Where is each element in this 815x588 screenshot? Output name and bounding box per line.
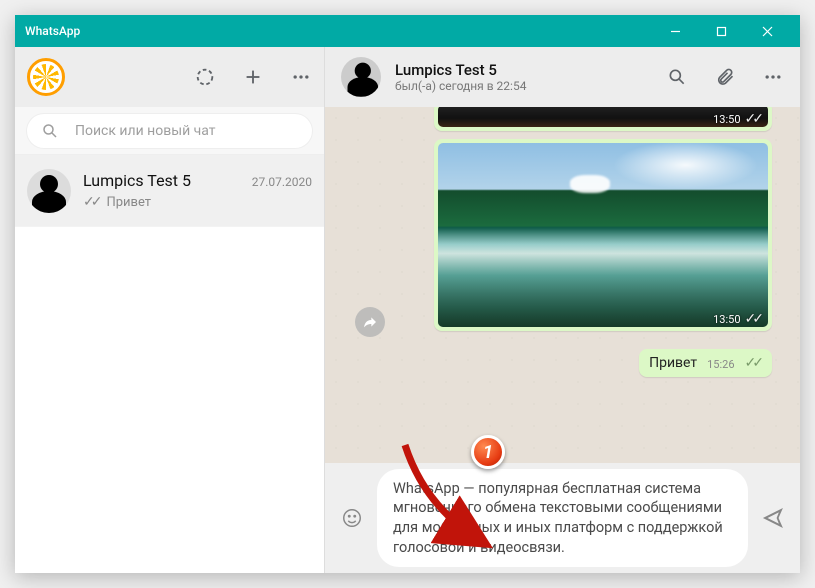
chat-name: Lumpics Test 5: [83, 171, 191, 190]
contact-name: Lumpics Test 5: [395, 61, 652, 79]
minimize-button[interactable]: [652, 15, 698, 47]
read-check-icon: ✓✓: [745, 355, 760, 371]
sidebar-search: [15, 107, 324, 155]
app-window: WhatsApp: [15, 15, 800, 573]
text-message[interactable]: Привет 15:26 ✓✓: [639, 349, 772, 377]
search-icon: [39, 120, 61, 142]
image-message[interactable]: 13:50 ✓✓: [434, 107, 772, 131]
window-title: WhatsApp: [25, 24, 80, 38]
message-text: Привет: [649, 355, 697, 371]
close-button[interactable]: [744, 15, 790, 47]
sidebar-actions: [194, 66, 312, 88]
image-message[interactable]: 13:50 ✓✓: [434, 139, 772, 331]
message-meta: 13:50 ✓✓: [713, 111, 764, 127]
chat-list-item[interactable]: Lumpics Test 5 27.07.2020 ✓✓ Привет: [15, 155, 324, 227]
message-time: 13:50: [713, 313, 740, 326]
search-input[interactable]: [75, 123, 300, 139]
annotation-number: 1: [483, 442, 493, 463]
image-thumb: [438, 143, 768, 327]
read-check-icon: ✓✓: [83, 194, 98, 210]
window-controls: [652, 15, 790, 47]
send-button[interactable]: [762, 507, 784, 529]
conversation-actions: [666, 66, 784, 88]
maximize-button[interactable]: [698, 15, 744, 47]
sidebar: Lumpics Test 5 27.07.2020 ✓✓ Привет: [15, 47, 325, 573]
chat-avatar: [27, 169, 71, 213]
conversation-pane: Lumpics Test 5 был(-а) сегодня в 22:54: [325, 47, 800, 573]
message-time: 13:50: [713, 113, 740, 126]
chat-meta: Lumpics Test 5 27.07.2020 ✓✓ Привет: [83, 171, 312, 210]
contact-status: был(-а) сегодня в 22:54: [395, 79, 652, 93]
search-box[interactable]: [27, 114, 312, 148]
annotation-badge: 1: [471, 435, 505, 469]
titlebar: WhatsApp: [15, 15, 800, 47]
conversation-header: Lumpics Test 5 был(-а) сегодня в 22:54: [325, 47, 800, 107]
emoji-icon[interactable]: [341, 507, 363, 529]
menu-icon[interactable]: [290, 66, 312, 88]
contact-info[interactable]: Lumpics Test 5 был(-а) сегодня в 22:54: [395, 61, 652, 93]
read-check-icon: ✓✓: [745, 111, 760, 127]
sidebar-header: [15, 47, 324, 107]
message-time: 15:26: [707, 358, 734, 371]
messages-area[interactable]: 13:50 ✓✓ 13:50 ✓✓ Привет 15:26: [325, 107, 800, 463]
attach-icon[interactable]: [714, 66, 736, 88]
messages-list: 13:50 ✓✓ 13:50 ✓✓ Привет 15:26: [325, 107, 800, 463]
read-check-icon: ✓✓: [745, 311, 760, 327]
new-chat-icon[interactable]: [242, 66, 264, 88]
app-body: Lumpics Test 5 27.07.2020 ✓✓ Привет Lump…: [15, 47, 800, 573]
status-icon[interactable]: [194, 66, 216, 88]
search-in-chat-icon[interactable]: [666, 66, 688, 88]
contact-avatar[interactable]: [341, 57, 381, 97]
my-avatar[interactable]: [27, 58, 65, 96]
chat-menu-icon[interactable]: [762, 66, 784, 88]
chat-preview: Привет: [106, 195, 151, 210]
message-meta: 13:50 ✓✓: [713, 311, 764, 327]
chat-date: 27.07.2020: [252, 175, 312, 189]
